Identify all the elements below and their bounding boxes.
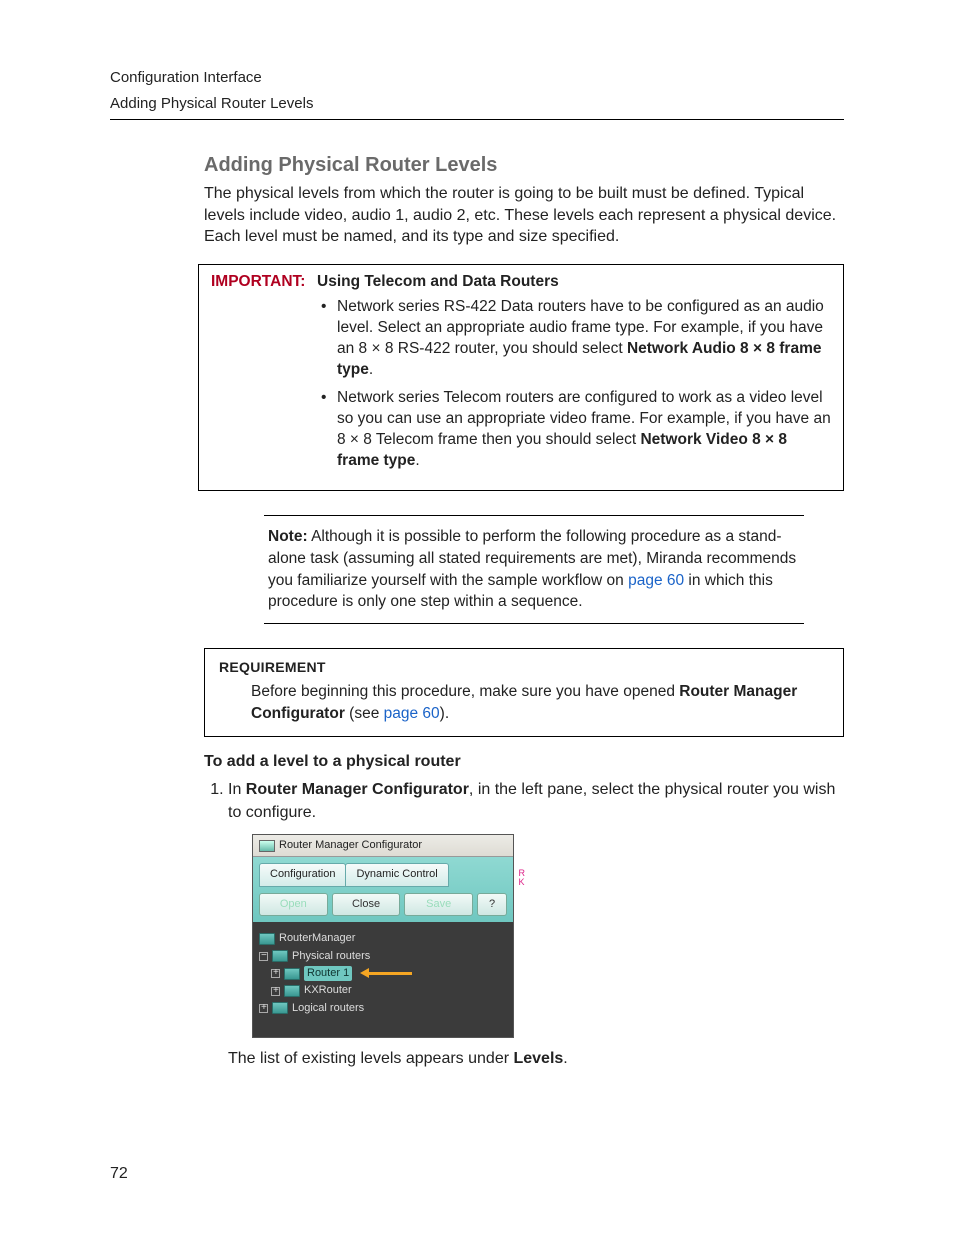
- important-bullet-1: Network series RS-422 Data routers have …: [321, 297, 831, 381]
- step-1-result: The list of existing levels appears unde…: [228, 1048, 844, 1070]
- tab-dynamic-control[interactable]: Dynamic Control: [345, 863, 448, 886]
- tree-logical-routers[interactable]: Logical routers: [259, 1000, 507, 1017]
- tree-kxrouter[interactable]: KXRouter: [271, 982, 507, 999]
- requirement-page-link[interactable]: page 60: [384, 705, 440, 722]
- help-button[interactable]: ?: [477, 893, 507, 916]
- important-title: Using Telecom and Data Routers: [317, 273, 559, 291]
- tree-physical-routers[interactable]: Physical routers: [259, 948, 507, 965]
- procedure-steps: In Router Manager Configurator, in the l…: [204, 779, 844, 1070]
- callout-arrow: [360, 966, 412, 981]
- close-button[interactable]: Close: [332, 893, 401, 916]
- intro-paragraph: The physical levels from which the route…: [204, 183, 844, 248]
- open-button[interactable]: Open: [259, 893, 328, 916]
- running-head-line1: Configuration Interface: [110, 68, 844, 88]
- tree-root[interactable]: RouterManager: [259, 930, 507, 947]
- right-strip: R K: [519, 869, 526, 887]
- requirement-box: REQUIREMENT Before beginning this proced…: [204, 648, 844, 737]
- expand-icon[interactable]: [271, 987, 280, 996]
- folder-icon: [272, 1002, 288, 1014]
- folder-icon: [284, 968, 300, 980]
- folder-icon: [284, 985, 300, 997]
- section-title: Adding Physical Router Levels: [204, 154, 844, 177]
- note-label: Note:: [268, 528, 308, 545]
- expand-icon[interactable]: [259, 1004, 268, 1013]
- window-titlebar: Router Manager Configurator: [253, 835, 513, 857]
- collapse-icon[interactable]: [259, 952, 268, 961]
- folder-icon: [259, 933, 275, 945]
- expand-icon[interactable]: [271, 969, 280, 978]
- procedure-subhead: To add a level to a physical router: [204, 753, 844, 771]
- note-page-link[interactable]: page 60: [628, 572, 684, 589]
- important-box: IMPORTANT: Using Telecom and Data Router…: [198, 264, 844, 491]
- screenshot-router-manager: Router Manager Configurator Configuratio…: [252, 834, 514, 1038]
- save-button[interactable]: Save: [404, 893, 473, 916]
- page: Configuration Interface Adding Physical …: [0, 0, 954, 1235]
- requirement-title: REQUIREMENT: [219, 659, 829, 675]
- note-block: Note: Although it is possible to perform…: [264, 515, 804, 624]
- important-bullet-2: Network series Telecom routers are confi…: [321, 388, 831, 472]
- requirement-body: Before beginning this procedure, make su…: [251, 681, 829, 724]
- important-label: IMPORTANT:: [211, 273, 311, 291]
- window-title: Router Manager Configurator: [279, 838, 422, 853]
- tree-selected-label: Router 1: [304, 966, 352, 981]
- app-icon: [259, 840, 275, 852]
- running-head-line2: Adding Physical Router Levels: [110, 94, 844, 114]
- tree-pane: RouterManager Physical routers Router 1: [253, 922, 513, 1037]
- content-area: Adding Physical Router Levels The physic…: [204, 154, 844, 1071]
- folder-icon: [272, 950, 288, 962]
- tree-router-1[interactable]: Router 1: [271, 965, 507, 982]
- tab-configuration[interactable]: Configuration: [259, 863, 346, 886]
- step-1: In Router Manager Configurator, in the l…: [228, 779, 844, 1070]
- page-number: 72: [110, 1165, 128, 1183]
- header-rule: [110, 119, 844, 120]
- toolbar: Configuration Dynamic Control Open Close…: [253, 857, 513, 922]
